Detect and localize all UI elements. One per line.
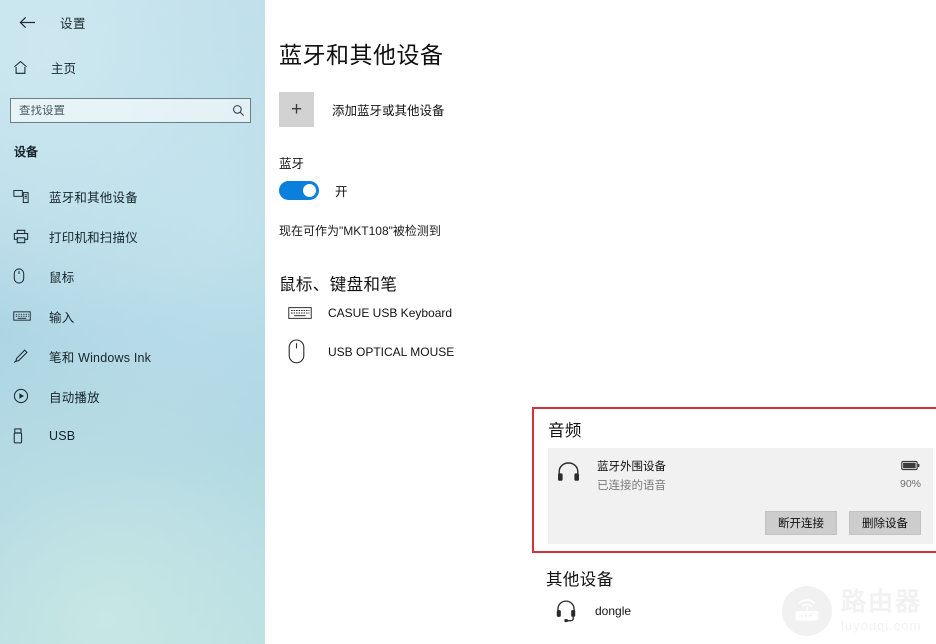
sidebar-item-bluetooth[interactable]: 蓝牙和其他设备 [0, 176, 265, 216]
bluetooth-toggle[interactable] [279, 181, 319, 200]
keyboard-icon [13, 306, 35, 326]
bluetooth-label: 蓝牙 [279, 157, 305, 171]
remove-device-button[interactable]: 删除设备 [849, 511, 921, 535]
battery-percent: 90% [899, 478, 921, 490]
sidebar-item-home[interactable]: 主页 [0, 50, 265, 84]
headset-icon [555, 599, 589, 623]
audio-device-status: 已连接的语音 [597, 480, 666, 492]
sidebar-item-bluetooth-label: 蓝牙和其他设备 [49, 190, 138, 205]
window-title: 设置 [60, 16, 87, 31]
sidebar-item-typing-label: 输入 [49, 310, 75, 325]
search-box[interactable] [10, 98, 251, 123]
mouse-icon [288, 339, 322, 364]
device-name: dongle [595, 604, 632, 618]
bluetooth-toggle-row[interactable]: 开 [279, 181, 936, 200]
bluetooth-toggle-state: 开 [335, 185, 348, 199]
disconnect-button[interactable]: 断开连接 [765, 511, 837, 535]
battery-icon [901, 458, 920, 476]
discoverable-text: 现在可作为"MKT108"被检测到 [279, 224, 441, 238]
search-icon[interactable] [226, 104, 250, 117]
battery-indicator: 90% [900, 458, 921, 490]
sidebar-section-title: 设备 [14, 145, 39, 159]
device-name: CASUE USB Keyboard [328, 306, 453, 320]
sidebar-item-printers-label: 打印机和扫描仪 [49, 230, 138, 245]
audio-device-name: 蓝牙外围设备 [597, 461, 666, 473]
mouse-keyboard-heading: 鼠标、键盘和笔 [279, 276, 398, 294]
list-item[interactable]: USB OPTICAL MOUSE [279, 339, 936, 364]
search-container [0, 84, 265, 123]
page-title: 蓝牙和其他设备 [279, 42, 444, 68]
plus-icon[interactable]: + [279, 92, 314, 127]
audio-section-heading: 音频 [548, 422, 582, 440]
sidebar-item-autoplay[interactable]: 自动播放 [0, 376, 265, 416]
sidebar-header: 设置 [0, 0, 265, 44]
usb-icon [13, 426, 35, 446]
watermark-text: 路由器 luyouqi.com [840, 588, 922, 633]
sidebar-item-mouse-label: 鼠标 [49, 270, 75, 285]
audio-device-info: 蓝牙外围设备 已连接的语音 [557, 458, 933, 493]
audio-device-meta: 蓝牙外围设备 已连接的语音 [597, 458, 666, 493]
list-item[interactable]: CASUE USB Keyboard [279, 305, 936, 321]
sidebar-item-autoplay-label: 自动播放 [49, 390, 100, 405]
settings-window: 设置 主页 设备 [0, 0, 936, 644]
sidebar-item-usb-label: USB [49, 429, 76, 443]
device-name: USB OPTICAL MOUSE [328, 344, 455, 359]
sidebar-item-pen[interactable]: 笔和 Windows Ink [0, 336, 265, 376]
sidebar-item-pen-label: 笔和 Windows Ink [49, 350, 152, 365]
other-devices-heading: 其他设备 [546, 571, 614, 589]
add-device-label: 添加蓝牙或其他设备 [332, 104, 445, 118]
router-icon [781, 586, 832, 636]
search-input[interactable] [11, 104, 226, 117]
keyboard-icon [288, 305, 322, 321]
bluetooth-device-icon [13, 186, 35, 206]
audio-section-highlight: 音频 蓝牙外围设备 已连接的语音 90% 断开连接 删除设备 [532, 407, 936, 553]
audio-device-actions: 断开连接 删除设备 [765, 511, 921, 535]
other-devices-section: 其他设备 dongle [546, 566, 631, 623]
toggle-knob [302, 184, 316, 197]
main-content: 蓝牙和其他设备 + 添加蓝牙或其他设备 蓝牙 开 现在可作为"MKT108"被检… [265, 0, 936, 644]
headphones-icon [557, 458, 591, 482]
audio-device-card[interactable]: 蓝牙外围设备 已连接的语音 90% 断开连接 删除设备 [548, 448, 933, 544]
sidebar-nav: 蓝牙和其他设备 打印机和扫描仪 鼠标 输入 笔和 Windows Ink 自动播… [0, 176, 265, 456]
back-arrow-icon[interactable] [14, 9, 40, 35]
list-item[interactable]: dongle [546, 599, 631, 623]
sidebar-item-mouse[interactable]: 鼠标 [0, 256, 265, 296]
pen-icon [13, 346, 35, 366]
watermark-cn: 路由器 [840, 588, 922, 616]
watermark-en: luyouqi.com [840, 618, 922, 633]
sidebar-item-typing[interactable]: 输入 [0, 296, 265, 336]
printer-icon [13, 226, 35, 246]
sidebar: 设置 主页 设备 [0, 0, 265, 644]
sidebar-item-printers[interactable]: 打印机和扫描仪 [0, 216, 265, 256]
home-icon [13, 60, 37, 75]
sidebar-item-usb[interactable]: USB [0, 416, 265, 456]
watermark: 路由器 luyouqi.com [781, 586, 922, 636]
add-device-row[interactable]: + 添加蓝牙或其他设备 [279, 92, 936, 127]
sidebar-item-home-label: 主页 [51, 61, 77, 76]
autoplay-icon [13, 386, 35, 406]
mouse-icon [13, 266, 35, 286]
